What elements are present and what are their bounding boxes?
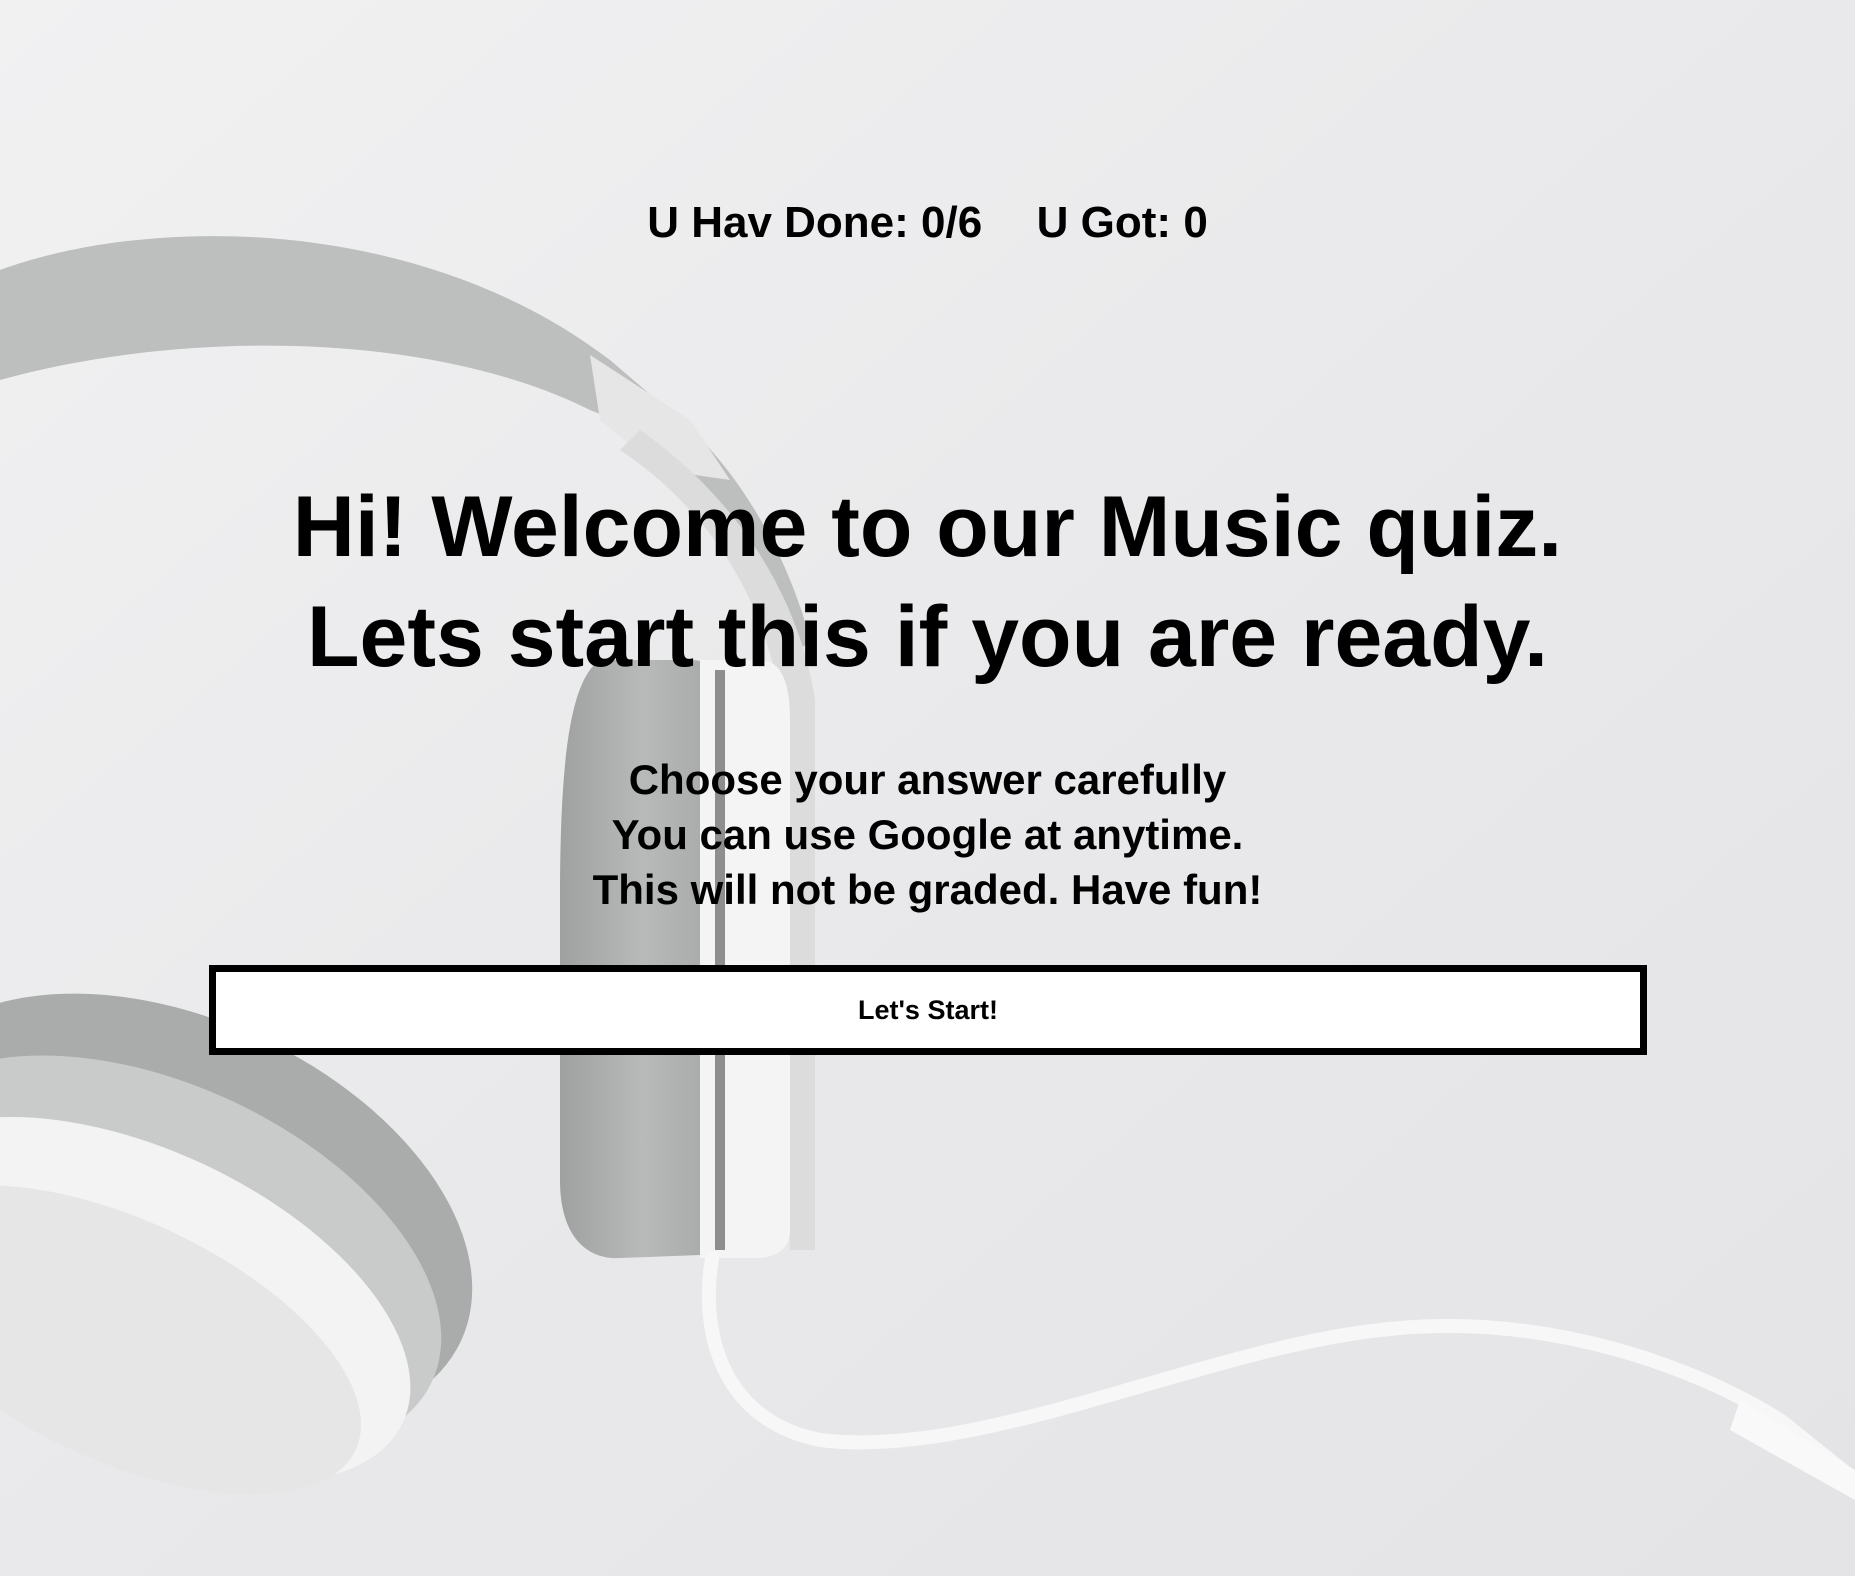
instruction-line: You can use Google at anytime. bbox=[611, 811, 1244, 858]
welcome-line-1: Hi! Welcome to our Music quiz. bbox=[292, 479, 1563, 575]
score-status: U Hav Done: 0/6 U Got: 0 bbox=[0, 198, 1855, 248]
welcome-heading: Hi! Welcome to our Music quiz. Lets star… bbox=[0, 472, 1855, 692]
start-button[interactable]: Let's Start! bbox=[209, 965, 1647, 1055]
instruction-line: This will not be graded. Have fun! bbox=[592, 866, 1263, 913]
quiz-start-screen: U Hav Done: 0/6 U Got: 0 Hi! Welcome to … bbox=[0, 0, 1855, 1576]
welcome-line-2: Lets start this if you are ready. bbox=[306, 589, 1549, 685]
done-value: 0/6 bbox=[921, 198, 983, 247]
done-label: U Hav Done: bbox=[647, 198, 909, 247]
instructions: Choose your answer carefully You can use… bbox=[0, 752, 1855, 917]
got-value: 0 bbox=[1183, 198, 1208, 247]
got-label: U Got: bbox=[1036, 198, 1172, 247]
instruction-line: Choose your answer carefully bbox=[628, 756, 1227, 803]
